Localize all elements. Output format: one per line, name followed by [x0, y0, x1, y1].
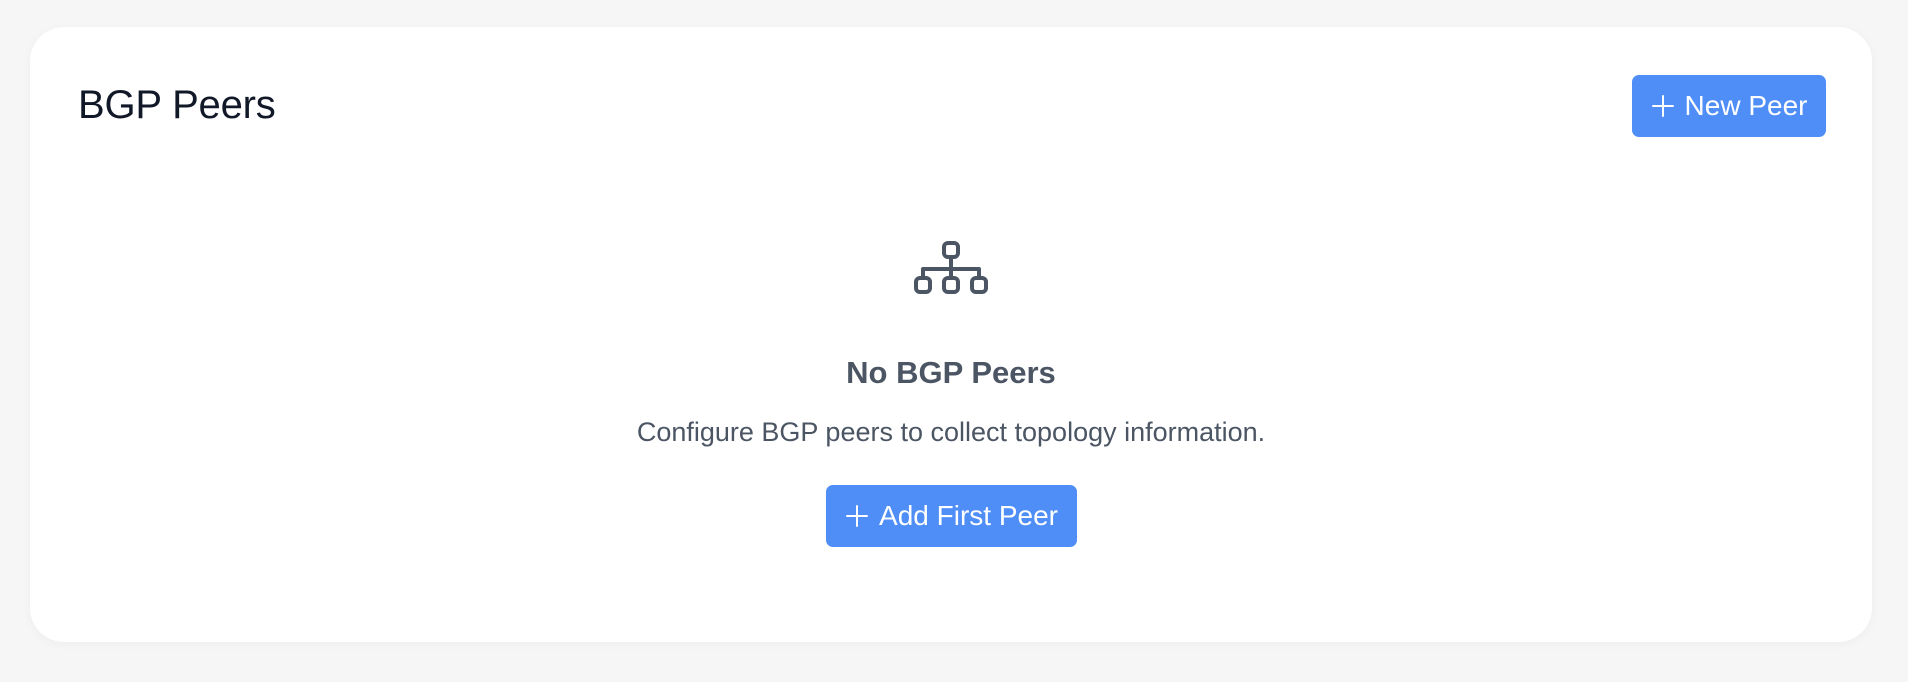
empty-state-description: Configure BGP peers to collect topology …	[636, 417, 1266, 447]
plus-icon	[1651, 94, 1675, 118]
bgp-peers-card: BGP Peers New Peer No BGP Peers Configur…	[30, 27, 1872, 642]
plus-icon	[845, 504, 869, 528]
add-first-peer-button[interactable]: Add First Peer	[826, 485, 1077, 547]
page-title: BGP Peers	[78, 83, 276, 127]
new-peer-button-label: New Peer	[1684, 90, 1808, 121]
network-topology-icon	[914, 241, 988, 301]
add-first-peer-button-label: Add First Peer	[879, 500, 1058, 531]
empty-state-title: No BGP Peers	[846, 355, 1056, 390]
new-peer-button[interactable]: New Peer	[1632, 75, 1826, 137]
